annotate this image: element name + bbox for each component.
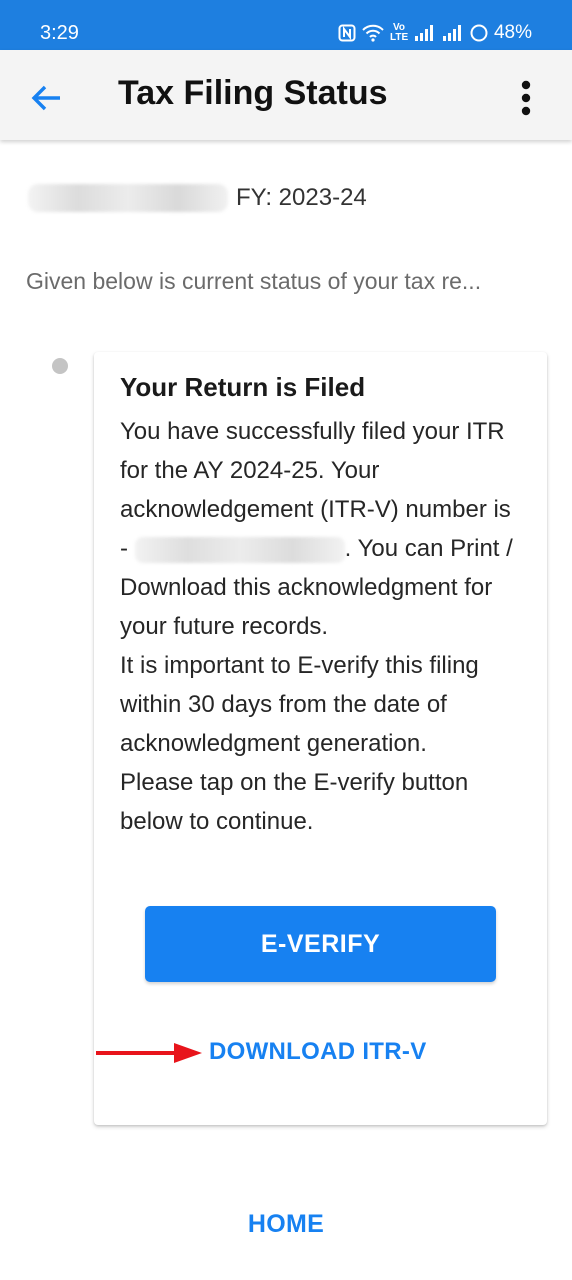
status-card: Your Return is Filed You have successful… — [94, 352, 547, 1125]
everify-reminder: It is important to E-verify this filing … — [120, 652, 479, 757]
redacted-ack-number — [134, 536, 345, 563]
signal-icon — [414, 24, 436, 42]
nfc-icon — [338, 24, 356, 42]
status-icons: Vo LTE 48% — [338, 22, 532, 44]
card-body: You have successfully filed your ITR for… — [120, 412, 520, 841]
annotation-arrow-icon — [96, 1043, 202, 1063]
taxpayer-fy-row: FY: 2023-24 — [28, 182, 367, 214]
signal-icon — [442, 24, 464, 42]
page-title: Tax Filing Status — [118, 74, 388, 112]
intro-text: Given below is current status of your ta… — [26, 268, 482, 294]
download-itr-v-link[interactable]: DOWNLOAD ITR-V — [209, 1038, 427, 1066]
filed-message: You have successfully filed your ITR for… — [120, 412, 520, 646]
arrow-left-icon — [31, 85, 60, 111]
redacted-name — [28, 184, 228, 212]
status-bar: 3:29 Vo LTE 48% — [0, 0, 572, 50]
more-options-button[interactable] — [506, 76, 546, 120]
battery-icon — [470, 24, 488, 42]
back-button[interactable] — [24, 76, 68, 120]
fy-label: FY: 2023-24 — [236, 184, 367, 211]
battery-percent: 48% — [493, 22, 532, 43]
everify-button[interactable]: E-VERIFY — [145, 906, 496, 982]
wifi-icon — [362, 24, 384, 42]
timeline-dot — [52, 358, 68, 374]
app-bar: Tax Filing Status — [0, 50, 572, 140]
volte-icon: Vo LTE — [389, 22, 409, 43]
status-time: 3:29 — [40, 22, 79, 44]
everify-instruction: Please tap on the E-verify button below … — [120, 769, 469, 835]
home-link[interactable]: HOME — [0, 1210, 572, 1239]
card-title: Your Return is Filed — [120, 372, 366, 402]
more-vert-icon — [521, 80, 531, 116]
